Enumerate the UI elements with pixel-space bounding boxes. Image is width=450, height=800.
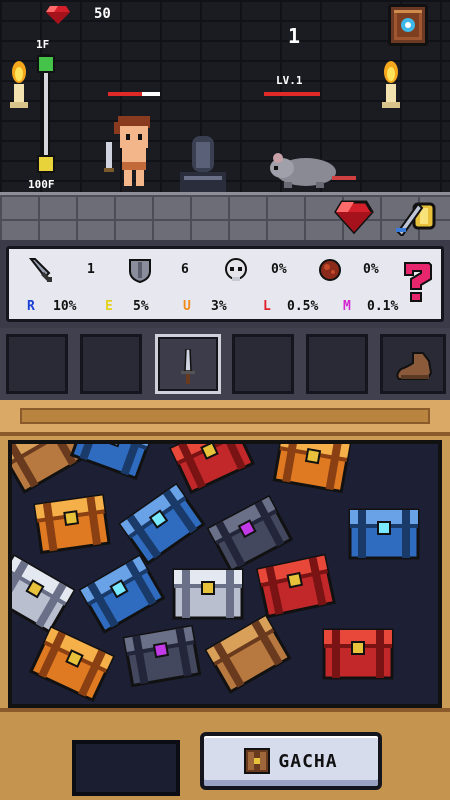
- treasure-chest-icon: [206, 494, 294, 574]
- treasure-chest-icon: [69, 444, 155, 481]
- rarity-unique-letter: U: [183, 299, 191, 314]
- equipment-slots: [0, 328, 450, 400]
- torch-right-icon: [382, 61, 400, 108]
- rarity-epic-letter: E: [105, 299, 113, 314]
- shield-icon: [129, 259, 151, 283]
- attack-value: 1: [87, 262, 95, 277]
- floor-counter: 1: [288, 24, 301, 48]
- gem-shop-button[interactable]: [334, 198, 374, 236]
- enemy-level: LV.1: [276, 74, 303, 87]
- equipment-slot-boot[interactable]: [380, 334, 446, 394]
- treasure-chest-icon: [322, 628, 394, 680]
- spellbook-icon: [394, 10, 422, 40]
- treasure-chest-icon: [33, 493, 111, 555]
- luck-value: 0%: [363, 262, 379, 277]
- rarity-rare-letter: R: [27, 299, 35, 314]
- tombstone-icon: [180, 136, 226, 192]
- skull-icon: [225, 258, 247, 281]
- torch-left-icon: [10, 61, 28, 108]
- treasure-chest-icon: [122, 624, 202, 688]
- machine-top-rail: [0, 400, 450, 436]
- rarity-rare-value: 10%: [53, 299, 77, 314]
- gacha-machine: GACHA: [0, 400, 450, 800]
- sword-icon: [28, 258, 52, 282]
- leather-boot-icon: [396, 352, 433, 380]
- meat-icon: [319, 259, 341, 281]
- hero-health-bar: [108, 92, 160, 96]
- dagger-icon: [181, 349, 195, 384]
- sword-shield-icon: [396, 202, 436, 238]
- stats-panel: 1 6 0% 0% R 10% E 5% U 3% L 0.5% M 0.1%: [0, 240, 450, 328]
- equipment-slot-dagger[interactable]: [155, 334, 221, 394]
- treasure-chest-icon: [255, 553, 337, 619]
- defense-value: 6: [181, 262, 189, 277]
- treasure-chest-icon: [244, 748, 271, 774]
- rarity-legendary-value: 0.5%: [287, 299, 319, 314]
- boss-skull-icon: [37, 155, 55, 173]
- treasure-chest-icon: [348, 508, 420, 560]
- floor-bottom-label: 100F: [28, 178, 55, 191]
- equipment-slot[interactable]: [6, 334, 68, 394]
- floor-top-label: 1F: [36, 38, 50, 51]
- equipment-button[interactable]: [396, 198, 438, 238]
- enemy-health-bar: [264, 92, 320, 96]
- treasure-chest-icon: [12, 554, 76, 634]
- treasure-chest-icon: [78, 554, 166, 634]
- treasure-chest-icon: [204, 614, 292, 694]
- reward-slot: [72, 740, 180, 796]
- rarity-unique-value: 3%: [211, 299, 227, 314]
- help-button[interactable]: [401, 259, 435, 303]
- rarity-mythic-value: 0.1%: [367, 299, 399, 314]
- rarity-epic-value: 5%: [133, 299, 149, 314]
- rarity-legendary-letter: L: [263, 299, 271, 314]
- treasure-chest-icon: [118, 482, 206, 566]
- chest-pile: [12, 444, 420, 703]
- crit-value: 0%: [271, 262, 287, 277]
- gacha-button[interactable]: GACHA: [200, 732, 382, 790]
- machine-base: GACHA: [0, 708, 450, 800]
- treasure-chest-icon: [169, 444, 255, 495]
- gem-count: 50: [94, 6, 111, 22]
- equipment-slot[interactable]: [306, 334, 368, 394]
- gacha-button-label: GACHA: [278, 750, 338, 772]
- treasure-chest-icon: [172, 568, 244, 620]
- rat-enemy-icon: [270, 153, 356, 188]
- ruby-gem-icon: [334, 200, 374, 235]
- equipment-slot[interactable]: [80, 334, 142, 394]
- rarity-mythic-letter: M: [343, 299, 351, 314]
- spellbook-button[interactable]: [388, 4, 428, 46]
- dungeon-floor: [0, 192, 450, 240]
- treasure-chest-icon: [272, 444, 352, 494]
- hero-character-icon: [104, 116, 150, 186]
- ruby-gem-icon: [46, 6, 70, 24]
- question-mark-icon: [404, 262, 432, 302]
- player-position-icon: [37, 55, 55, 73]
- treasure-chest-icon: [29, 625, 115, 703]
- chest-bin: [8, 440, 442, 708]
- equipment-slot[interactable]: [232, 334, 294, 394]
